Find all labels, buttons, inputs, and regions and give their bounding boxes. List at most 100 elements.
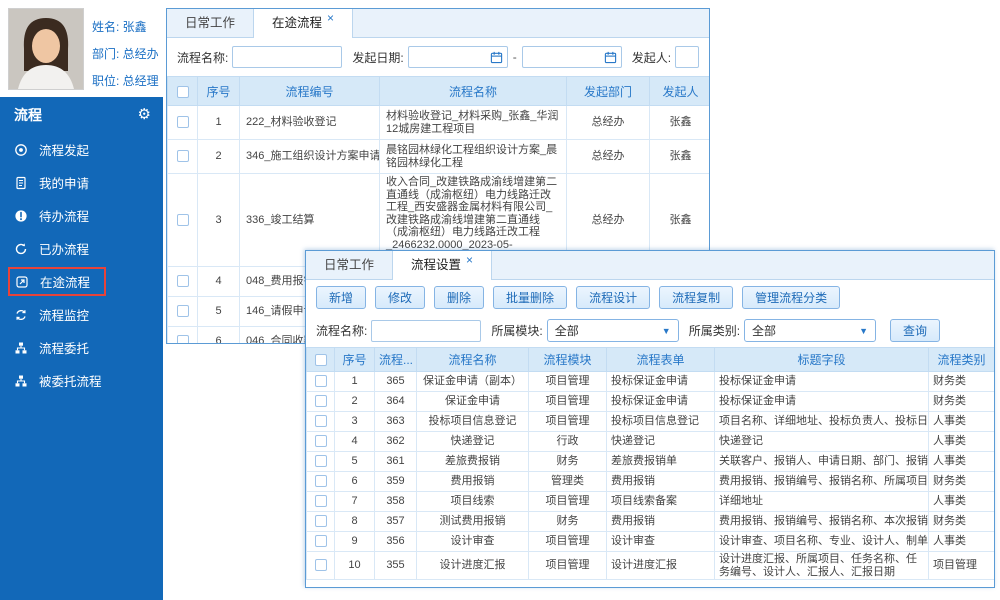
row-checkbox[interactable] (315, 495, 327, 507)
table-row[interactable]: 1 365 保证金申请（副本） 项目管理 投标保证金申请 投标保证金申请 财务类 (307, 372, 995, 392)
manage-categories-button[interactable]: 管理流程分类 (742, 286, 840, 309)
search-button[interactable]: 查询 (890, 319, 940, 342)
table-row[interactable]: 1 222_材料验收登记 材料验收登记_材料采购_张鑫_华润12城房建工程项目 … (168, 106, 711, 140)
category-select[interactable]: 全部 ▼ (744, 319, 876, 342)
row-checkbox[interactable] (315, 375, 327, 387)
initiator-input[interactable] (675, 46, 699, 68)
process-copy-button[interactable]: 流程复制 (659, 286, 733, 309)
table-row[interactable]: 10 355 设计进度汇报 项目管理 设计进度汇报 设计进度汇报、所属项目、任务… (307, 552, 995, 580)
row-checkbox[interactable] (315, 535, 327, 547)
sidebar-item-label: 流程监控 (39, 305, 89, 324)
sidebar-item-process-monitor[interactable]: 流程监控 (0, 298, 163, 331)
row-checkbox[interactable] (315, 435, 327, 447)
row-checkbox[interactable] (177, 116, 189, 128)
cell-form: 设计审查 (607, 532, 715, 552)
sidebar-item-todo-processes[interactable]: 待办流程 (0, 199, 163, 232)
table-row[interactable]: 2 346_施工组织设计方案申请 晨铭园林绿化工程组织设计方案_晨铭园林绿化工程… (168, 140, 711, 174)
cell-form: 投标项目信息登记 (607, 412, 715, 432)
sidebar-item-my-applications[interactable]: 我的申请 (0, 166, 163, 199)
table-row[interactable]: 4 362 快递登记 行政 快递登记 快递登记 人事类 (307, 432, 995, 452)
cell-code: 361 (375, 452, 417, 472)
sidebar-item-label: 已办流程 (39, 239, 89, 258)
batch-delete-button[interactable]: 批量删除 (493, 286, 567, 309)
col-title-field: 标题字段 (715, 348, 929, 372)
initiator-input-field[interactable] (680, 50, 694, 64)
sidebar-item-done-processes[interactable]: 已办流程 (0, 232, 163, 265)
gear-icon[interactable]: ⚙ (138, 97, 151, 133)
cell-name: 差旅费报销 (417, 452, 529, 472)
cell-initiator: 张鑫 (650, 140, 711, 174)
process-name-input[interactable] (371, 320, 481, 342)
date-to-field[interactable] (527, 50, 602, 64)
cell-code: 365 (375, 372, 417, 392)
row-checkbox[interactable] (315, 455, 327, 467)
table-row[interactable]: 2 364 保证金申请 项目管理 投标保证金申请 投标保证金申请 财务类 (307, 392, 995, 412)
table-row[interactable]: 5 361 差旅费报销 财务 差旅费报销单 关联客户、报销人、申请日期、部门、报… (307, 452, 995, 472)
select-all-checkbox[interactable] (177, 86, 189, 98)
tab-daily-work[interactable]: 日常工作 (306, 251, 392, 279)
process-design-button[interactable]: 流程设计 (576, 286, 650, 309)
sidebar-item-process-start[interactable]: 流程发起 (0, 133, 163, 166)
select-all-cell (307, 348, 335, 372)
row-checkbox[interactable] (315, 395, 327, 407)
sidebar-item-label: 流程发起 (39, 140, 89, 159)
process-name-input-field[interactable] (376, 324, 476, 338)
col-process-code: 流程编号 (240, 77, 380, 106)
cell-title-field: 关联客户、报销人、申请日期、部门、报销合计 (715, 452, 929, 472)
user-panel: 姓名: 张鑫 部门: 总经办 职位: 总经理 (0, 0, 163, 97)
sidebar-item-delegated-processes[interactable]: 被委托流程 (0, 364, 163, 397)
tab-process-settings[interactable]: 流程设置× (392, 251, 492, 280)
cell-code: 358 (375, 492, 417, 512)
table-row[interactable]: 3 363 投标项目信息登记 项目管理 投标项目信息登记 项目名称、详细地址、投… (307, 412, 995, 432)
calendar-icon[interactable] (490, 51, 503, 64)
table-row[interactable]: 8 357 测试费用报销 财务 费用报销 费用报销、报销编号、报销名称、本次报销… (307, 512, 995, 532)
sidebar-item-in-transit-processes[interactable]: 在途流程 (0, 265, 163, 298)
process-name-label: 流程名称: (316, 322, 367, 339)
row-checkbox[interactable] (177, 214, 189, 226)
date-from-field[interactable] (413, 50, 488, 64)
sidebar-item-process-delegation[interactable]: 流程委托 (0, 331, 163, 364)
date-from-input[interactable] (408, 46, 508, 68)
row-checkbox[interactable] (177, 275, 189, 287)
org-chart-icon (14, 341, 30, 355)
tab-in-transit[interactable]: 在途流程× (253, 9, 353, 38)
row-checkbox[interactable] (177, 305, 189, 317)
edit-button[interactable]: 修改 (375, 286, 425, 309)
tab-close-icon[interactable]: × (327, 11, 334, 25)
tab-close-icon[interactable]: × (466, 253, 473, 267)
row-checkbox[interactable] (177, 335, 189, 344)
select-all-checkbox[interactable] (315, 354, 327, 366)
calendar-icon[interactable] (604, 51, 617, 64)
date-to-input[interactable] (522, 46, 622, 68)
col-process-code: 流程... (375, 348, 417, 372)
table-row[interactable]: 6 359 费用报销 管理类 费用报销 费用报销、报销编号、报销名称、所属项目 … (307, 472, 995, 492)
table-row[interactable]: 9 356 设计审查 项目管理 设计审查 设计审查、项目名称、专业、设计人、制单… (307, 532, 995, 552)
cell-module: 项目管理 (529, 532, 607, 552)
cell-title-field: 费用报销、报销编号、报销名称、所属项目 (715, 472, 929, 492)
add-button[interactable]: 新增 (316, 286, 366, 309)
cell-name: 材料验收登记_材料采购_张鑫_华润12城房建工程项目 (380, 106, 567, 140)
cell-code: 362 (375, 432, 417, 452)
cell-code: 359 (375, 472, 417, 492)
row-checkbox[interactable] (315, 475, 327, 487)
table-row[interactable]: 7 358 项目线索 项目管理 项目线索备案 详细地址 人事类 (307, 492, 995, 512)
row-checkbox[interactable] (315, 515, 327, 527)
process-name-input-field[interactable] (237, 50, 337, 64)
cell-code: 364 (375, 392, 417, 412)
module-select[interactable]: 全部 ▼ (547, 319, 679, 342)
cell-no: 5 (198, 296, 240, 326)
cell-form: 费用报销 (607, 472, 715, 492)
chevron-down-icon: ▼ (859, 326, 868, 336)
row-checkbox[interactable] (315, 559, 327, 571)
tab-daily-work[interactable]: 日常工作 (167, 9, 253, 37)
row-checkbox[interactable] (315, 415, 327, 427)
process-name-input[interactable] (232, 46, 342, 68)
delete-button[interactable]: 删除 (434, 286, 484, 309)
toolbar: 新增 修改 删除 批量删除 流程设计 流程复制 管理流程分类 (306, 280, 994, 314)
checkbox-cell (307, 372, 335, 392)
cell-no: 5 (335, 452, 375, 472)
row-checkbox[interactable] (177, 150, 189, 162)
cell-category: 项目管理 (929, 552, 995, 580)
checkbox-cell (168, 140, 198, 174)
document-icon (14, 176, 30, 190)
